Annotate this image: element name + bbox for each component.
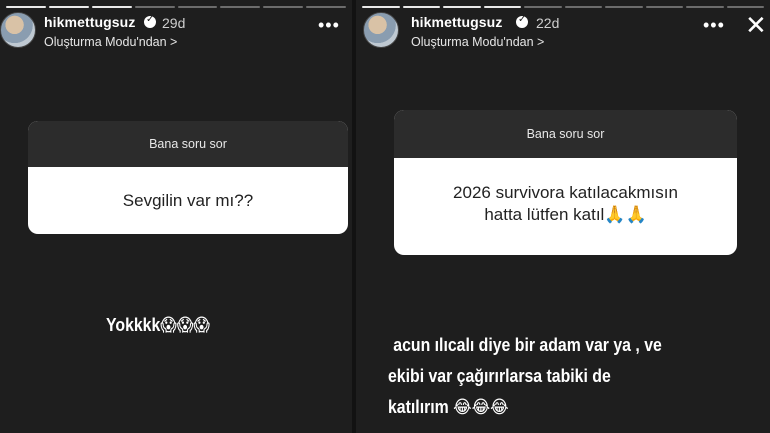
story-header: hikmettugsuz 22d Oluşturma Modu'ndan > •… [356,12,770,52]
story-progress-bar [362,6,764,8]
question-text: Sevgilin var mı?? [122,191,254,210]
progress-segment [362,6,400,8]
story-age: 22d [536,15,560,31]
question-line: 2026 survivora katılacakmısın [453,183,678,202]
story-age: 29d [162,15,186,31]
progress-segment [220,6,261,8]
progress-segment [443,6,481,8]
more-options-icon[interactable]: ••• [703,16,725,34]
verified-badge-icon [144,14,156,28]
progress-segment [48,6,89,8]
username[interactable]: hikmettugsuz [44,14,135,30]
progress-segment [306,6,346,8]
progress-segment [6,6,46,8]
progress-segment [263,6,304,8]
creation-mode-link[interactable]: Oluşturma Modu'ndan > [44,35,177,49]
progress-segment [483,6,521,8]
progress-segment [524,6,562,8]
progress-segment [726,6,764,8]
progress-segment [177,6,218,8]
story-panel-left[interactable]: hikmettugsuz 29d Oluşturma Modu'ndan > •… [0,0,352,433]
answer-line: acun ılıcalı diye bir adam var ya , ve [393,335,662,355]
creation-mode-link[interactable]: Oluşturma Modu'ndan > [411,35,544,49]
username[interactable]: hikmettugsuz [411,14,502,30]
story-panel-right[interactable]: hikmettugsuz 22d Oluşturma Modu'ndan > •… [356,0,770,433]
progress-segment [605,6,643,8]
question-sticker: Bana soru sor 2026 survivora katılacakmı… [394,110,737,255]
question-text: 2026 survivora katılacakmısın hatta lütf… [394,158,737,226]
answer-line: ekibi var çağırırlarsa tabiki de [388,366,611,386]
story-progress-bar [6,6,346,8]
verified-badge-icon [516,14,528,28]
progress-segment [564,6,602,8]
avatar[interactable] [363,12,399,48]
avatar[interactable] [0,12,36,48]
progress-segment [402,6,440,8]
question-line: hatta lütfen katıl🙏🙏 [484,205,647,224]
close-icon[interactable]: ✕ [745,12,767,38]
progress-segment [645,6,683,8]
answer-text: acun ılıcalı diye bir adam var ya , ve e… [388,330,662,423]
progress-segment [686,6,724,8]
progress-segment [91,6,132,8]
question-sticker-header: Bana soru sor [394,110,737,158]
question-sticker-header: Bana soru sor [28,121,348,167]
question-sticker: Bana soru sor Sevgilin var mı?? [28,121,348,234]
answer-text: Yokkkk😱😱😱 [106,315,210,335]
answer-line: katılırım 😂😂😂 [388,397,509,417]
story-header: hikmettugsuz 29d Oluşturma Modu'ndan > •… [0,12,352,52]
more-options-icon[interactable]: ••• [318,16,340,34]
progress-segment [134,6,175,8]
